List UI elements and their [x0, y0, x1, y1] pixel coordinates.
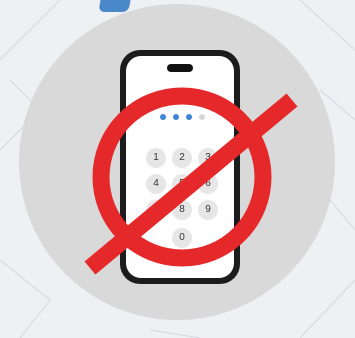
prohibition-sign-icon — [84, 87, 298, 275]
